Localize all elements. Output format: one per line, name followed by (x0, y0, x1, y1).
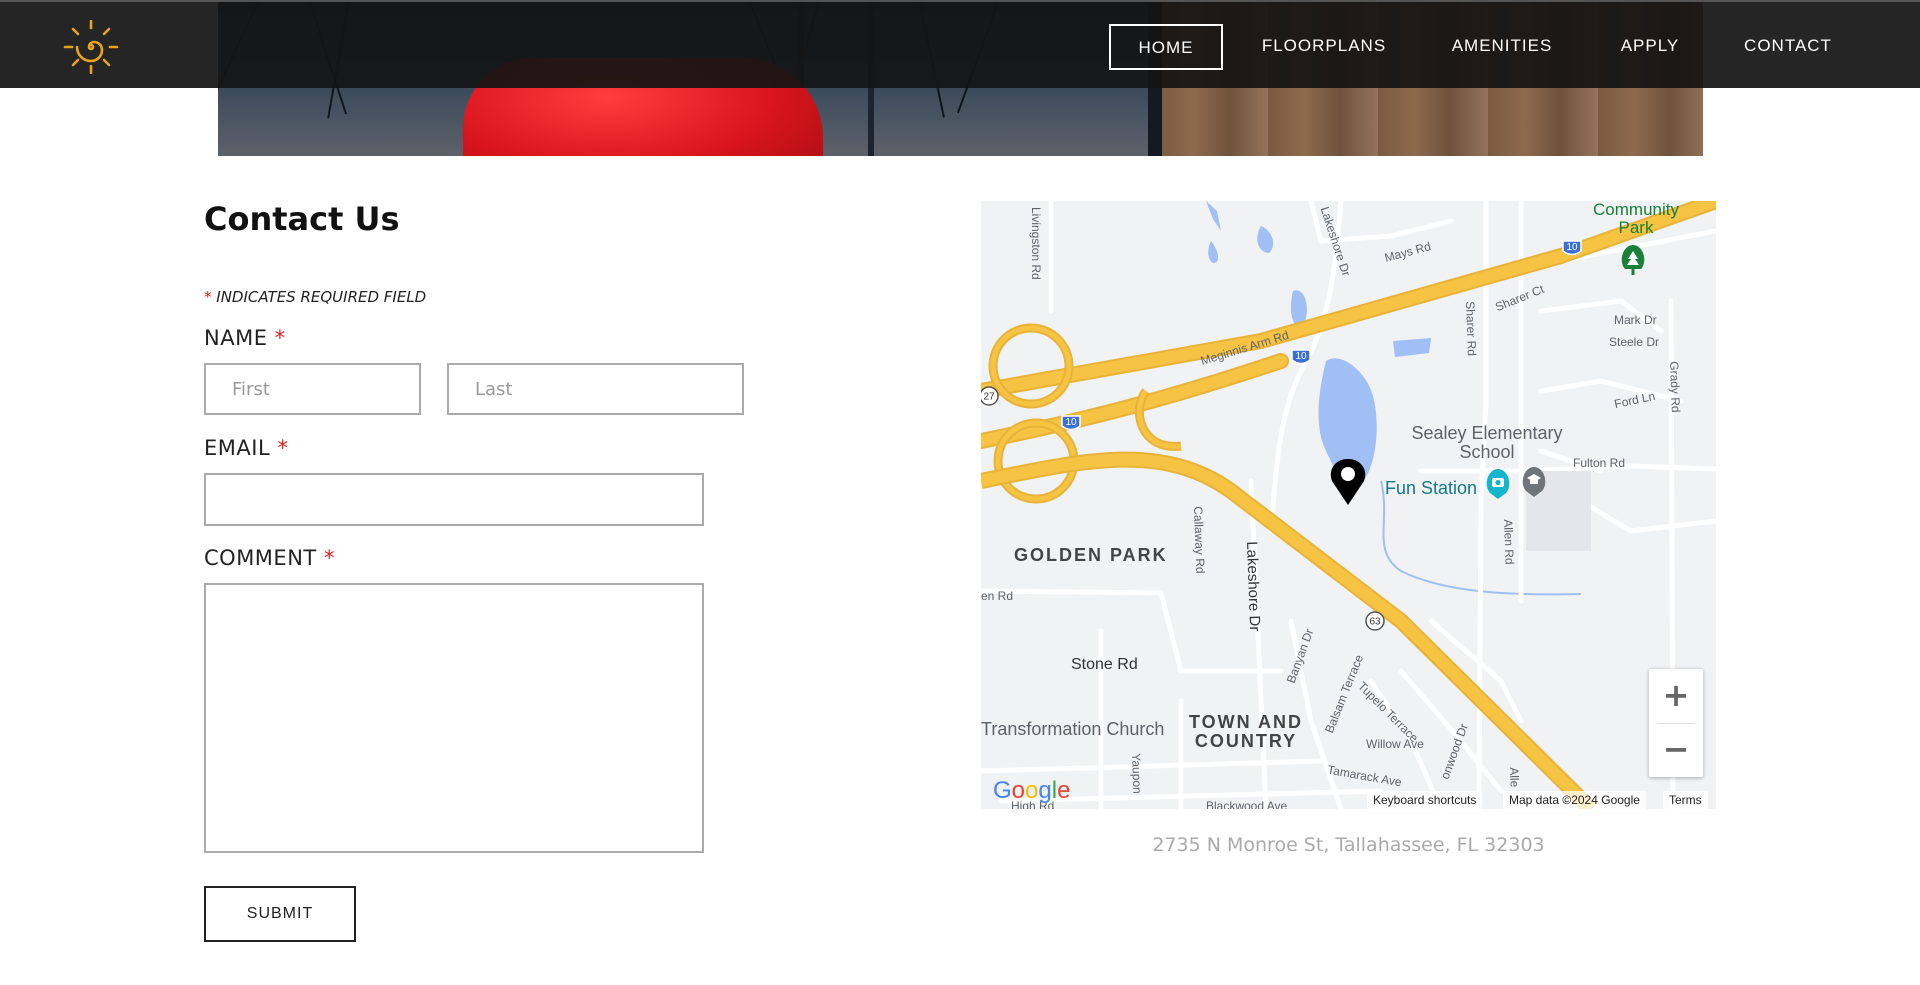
map-data-attribution: Map data ©2024 Google (1503, 791, 1646, 809)
terms-link[interactable]: Terms (1663, 791, 1708, 809)
road-label: Fulton Rd (1573, 456, 1626, 470)
road-label: en Rd (981, 589, 1014, 603)
road-label: Alle (1507, 767, 1522, 788)
shield-label: 27 (983, 392, 995, 403)
keyboard-shortcuts-link[interactable]: Keyboard shortcuts (1367, 791, 1483, 809)
page-title: Contact Us (204, 200, 400, 238)
zoom-control: + − (1649, 669, 1703, 777)
map-canvas: 10 10 10 27 63 (981, 201, 1716, 809)
stream-water (1206, 201, 1221, 231)
address-text: 2735 N Monroe St, Tallahassee, FL 32303 (1152, 834, 1545, 856)
nav-floorplans[interactable]: FLOORPLANS (1250, 24, 1398, 70)
road-label: Lakeshore Dr (1243, 541, 1264, 632)
road-label: Willow Ave (1366, 737, 1424, 751)
zoom-out-button[interactable]: − (1649, 723, 1703, 777)
road-label: Grady Rd (1667, 361, 1683, 413)
required-star: * (323, 546, 335, 570)
road-label: Allen Rd (1501, 519, 1517, 565)
last-name-input[interactable] (447, 363, 744, 415)
zoom-in-button[interactable]: + (1649, 669, 1703, 723)
required-note: * INDICATES REQUIRED FIELD (204, 288, 426, 306)
poi-fun-station[interactable]: Fun Station (1385, 478, 1477, 499)
name-label-text: NAME (204, 326, 268, 350)
top-nav-bar: HOME FLOORPLANS AMENITIES APPLY CONTACT (0, 0, 1920, 88)
us27-highway (981, 451, 1597, 809)
camera-icon (1486, 469, 1510, 499)
shield-label: 10 (1566, 242, 1578, 253)
nav-amenities[interactable]: AMENITIES (1443, 24, 1561, 70)
nav-home[interactable]: HOME (1109, 24, 1223, 70)
nav-contact[interactable]: CONTACT (1738, 24, 1838, 70)
area-golden-park: GOLDEN PARK (1014, 545, 1168, 565)
first-name-input[interactable] (204, 363, 421, 415)
us27-highway (981, 453, 1596, 809)
google-logo[interactable]: Google (993, 777, 1070, 805)
road-label: Livingston Rd (1029, 207, 1043, 280)
email-label: EMAIL * (204, 436, 288, 460)
area-town-and-country: TOWN AND COUNTRY (1189, 712, 1303, 751)
name-label: NAME * (204, 326, 286, 350)
poi-sealey-elementary[interactable]: Sealey Elementary School (1407, 424, 1567, 462)
required-star: * (277, 436, 289, 460)
email-label-text: EMAIL (204, 436, 271, 460)
comment-label: COMMENT * (204, 546, 335, 570)
road-label: Blackwood Ave (1206, 799, 1288, 809)
comment-textarea[interactable] (204, 583, 704, 853)
pond-water (1393, 338, 1431, 357)
road-label: Mark Dr (1614, 313, 1657, 327)
email-input[interactable] (204, 473, 704, 526)
required-star: * (204, 288, 212, 306)
location-pin-icon[interactable] (1330, 459, 1366, 505)
road-label: Callaway Rd (1191, 506, 1208, 574)
shield-label: 10 (1295, 351, 1307, 362)
road-label: Stone Rd (1071, 656, 1138, 673)
poi-community-park[interactable]: Community Park (1581, 201, 1691, 237)
road-label: Steele Dr (1609, 335, 1660, 349)
poi-transformation-church[interactable]: Transformation Church (981, 719, 1164, 740)
shield-label: 10 (1065, 417, 1077, 428)
required-star: * (274, 326, 286, 350)
submit-button[interactable]: SUBMIT (204, 886, 356, 942)
shield-label: 63 (1369, 617, 1381, 628)
road-label: Sharer Rd (1463, 301, 1479, 357)
google-map[interactable]: 10 10 10 27 63 Livingston Rd Lakeshore D… (981, 201, 1716, 809)
sun-spiral-icon[interactable] (60, 19, 122, 75)
pond-water (1257, 226, 1274, 253)
park-tree-icon (1621, 245, 1645, 275)
pond-water (1208, 241, 1219, 263)
road-label: Yaupon (1129, 753, 1145, 794)
required-note-text: INDICATES REQUIRED FIELD (216, 288, 427, 306)
comment-label-text: COMMENT (204, 546, 317, 570)
nav-apply[interactable]: APPLY (1608, 24, 1692, 70)
